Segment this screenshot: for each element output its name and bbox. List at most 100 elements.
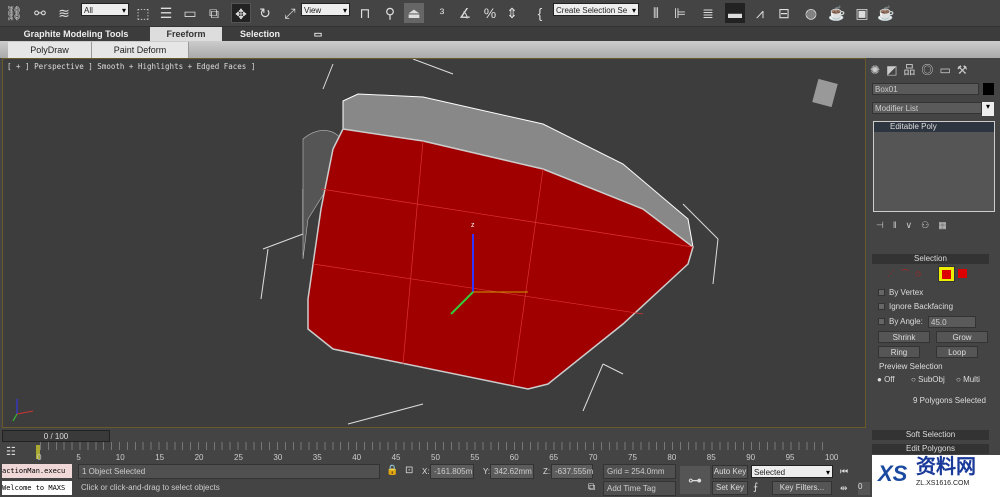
viewport-scene: z [12, 59, 838, 425]
angle-field[interactable]: 45.0 [928, 316, 976, 328]
preview-multi-radio[interactable]: ○ Multi [956, 375, 980, 384]
command-panel-tabs[interactable]: ✺◩品◎▭⚒ [870, 61, 974, 78]
named-selection-dropdown[interactable]: Create Selection Se [553, 3, 639, 17]
ribbon-options-icon[interactable]: ▭ [312, 27, 324, 41]
schematic-view-icon[interactable]: ⊟ [774, 3, 794, 23]
by-vertex-checkbox[interactable]: By Vertex [878, 288, 923, 297]
timeline-tick-label: 55 [470, 453, 480, 462]
auto-key-button[interactable]: Auto Key [712, 465, 748, 479]
tab-freeform[interactable]: Freeform [150, 27, 222, 41]
chevron-down-icon[interactable]: ▾ [982, 102, 994, 116]
ignore-backfacing-checkbox[interactable]: Ignore Backfacing [878, 302, 953, 311]
element-icon[interactable] [958, 269, 967, 278]
object-color-swatch[interactable] [983, 83, 994, 95]
ring-button[interactable]: Ring [878, 346, 920, 358]
subobject-icons[interactable]: ⋰⌒◇ [887, 268, 927, 279]
create-icon: ✺ [870, 63, 887, 77]
selection-count: 9 Polygons Selected [913, 396, 986, 405]
maxscript-output-line[interactable]: Welcome to MAXS [2, 481, 72, 495]
key-mode-toggle-icon[interactable]: ⇹ [840, 483, 848, 494]
move-icon[interactable]: ✥ [231, 3, 251, 23]
set-key-button[interactable]: Set Key [712, 481, 748, 495]
render-icon[interactable]: ☕ [876, 3, 896, 23]
key-icon[interactable]: ⊶ [680, 466, 710, 494]
viewcube-icon [812, 78, 838, 108]
mirror-icon[interactable]: ⫴ [646, 3, 666, 23]
stack-item-editable-poly[interactable]: Editable Poly [874, 122, 994, 132]
bind-spacewarp-icon[interactable]: ≋ [54, 3, 74, 23]
timeline-tick-label: 30 [273, 453, 283, 462]
tangent-icon[interactable]: ⨍ [753, 482, 758, 493]
mini-curve-icon[interactable]: ☷ [6, 445, 16, 458]
z-coordinate-field[interactable]: -637.555m [551, 464, 593, 479]
rollout-edit-polygons[interactable]: Edit Polygons [872, 444, 989, 454]
select-object-icon[interactable]: ⬚ [133, 3, 153, 23]
modify-icon: ◩ [886, 63, 904, 77]
snap-3d-icon[interactable]: ³ [432, 3, 452, 23]
tab-graphite-modeling-tools[interactable]: Graphite Modeling Tools [16, 27, 136, 41]
maxscript-listener-line[interactable]: actionMan.execu [2, 464, 72, 478]
shrink-button[interactable]: Shrink [878, 331, 930, 343]
curve-editor-icon[interactable]: ⩘ [750, 3, 770, 23]
keyboard-shortcut-icon[interactable]: ⏏ [404, 3, 424, 23]
manipulate-icon[interactable]: ⚲ [380, 3, 400, 23]
selected-polygons [307, 128, 694, 390]
scale-icon[interactable]: ⤢ [280, 3, 300, 23]
rect-region-icon[interactable]: ▭ [180, 3, 200, 23]
modifier-list-dropdown[interactable]: Modifier List [872, 102, 982, 114]
add-time-tag-button[interactable]: Add Time Tag [603, 481, 676, 496]
current-frame-field[interactable]: 0 [858, 482, 870, 495]
timeline-tick-label: 0 [37, 453, 42, 462]
percent-snap-icon[interactable]: % [480, 3, 500, 23]
x-coordinate-field[interactable]: -161.805m [430, 464, 474, 479]
rendered-frame-icon[interactable]: ▣ [852, 3, 872, 23]
key-mode-dropdown[interactable]: Selected [751, 465, 833, 479]
preview-off-radio[interactable]: ● Off [877, 375, 895, 384]
time-tag-icon[interactable]: ⧉ [588, 482, 595, 493]
timeline-tick-label: 70 [588, 453, 598, 462]
perspective-viewport[interactable]: [ + ] Perspective ] Smooth + Highlights … [2, 58, 866, 428]
window-crossing-icon[interactable]: ⧉ [204, 3, 224, 23]
select-link-icon[interactable]: ⛓ [4, 3, 24, 23]
modifier-stack: Editable Poly [873, 121, 995, 212]
angle-snap-icon[interactable]: ∡ [455, 3, 475, 23]
selection-filter-dropdown[interactable]: All [81, 3, 129, 17]
render-setup-icon[interactable]: ☕ [827, 3, 847, 23]
select-by-name-icon[interactable]: ☰ [156, 3, 176, 23]
rollout-selection[interactable]: Selection [872, 254, 989, 264]
watermark-xs-icon: XS [878, 461, 908, 486]
material-editor-icon[interactable]: ◍ [801, 3, 821, 23]
status-bar: actionMan.execu Welcome to MAXS 1 Object… [0, 462, 1000, 497]
graphite-toggle-icon[interactable]: ▬ [725, 3, 745, 23]
unlink-icon[interactable]: ⚯ [30, 3, 50, 23]
tab-selection[interactable]: Selection [228, 27, 292, 41]
edit-named-sel-icon[interactable]: { [530, 3, 550, 23]
time-slider[interactable]: 0 / 100 [2, 430, 110, 442]
y-coordinate-field[interactable]: 342.62mm [490, 464, 534, 479]
object-name-field[interactable]: Box01 [872, 83, 979, 95]
timeline-tick-label: 50 [431, 453, 440, 462]
layer-manager-icon[interactable]: ≣ [698, 3, 718, 23]
main-toolbar: ⛓ ⚯ ≋ All ⬚ ☰ ▭ ⧉ ✥ ↻ ⤢ View ⊓ ⚲ ⏏ ³ ∡ %… [0, 0, 1000, 27]
by-angle-checkbox[interactable]: By Angle: [878, 317, 923, 326]
pivot-icon[interactable]: ⊓ [355, 3, 375, 23]
go-to-start-icon[interactable]: ⏮ [840, 466, 848, 477]
polygon-mode-button[interactable] [938, 266, 955, 282]
timeline-tick-label: 25 [234, 453, 243, 462]
rollout-soft-selection[interactable]: Soft Selection [872, 430, 989, 440]
display-icon: ▭ [939, 63, 957, 77]
paint-deform-button[interactable]: Paint Deform [92, 42, 189, 58]
loop-button[interactable]: Loop [936, 346, 978, 358]
ref-coord-dropdown[interactable]: View [301, 3, 350, 17]
rotate-icon[interactable]: ↻ [255, 3, 275, 23]
polydraw-button[interactable]: PolyDraw [8, 42, 92, 58]
align-icon[interactable]: ⊫ [670, 3, 690, 23]
stack-tools[interactable]: ⊣‖∨⚇▦ [876, 220, 956, 231]
spinner-snap-icon[interactable]: ⇕ [502, 3, 522, 23]
ruler-ticks[interactable] [40, 442, 830, 450]
absolute-mode-icon[interactable]: ⊡ [405, 465, 413, 476]
preview-subobj-radio[interactable]: ○ SubObj [911, 375, 945, 384]
key-filters-button[interactable]: Key Filters... [772, 481, 832, 495]
grow-button[interactable]: Grow [936, 331, 988, 343]
lock-icon[interactable]: 🔒 [386, 465, 398, 476]
